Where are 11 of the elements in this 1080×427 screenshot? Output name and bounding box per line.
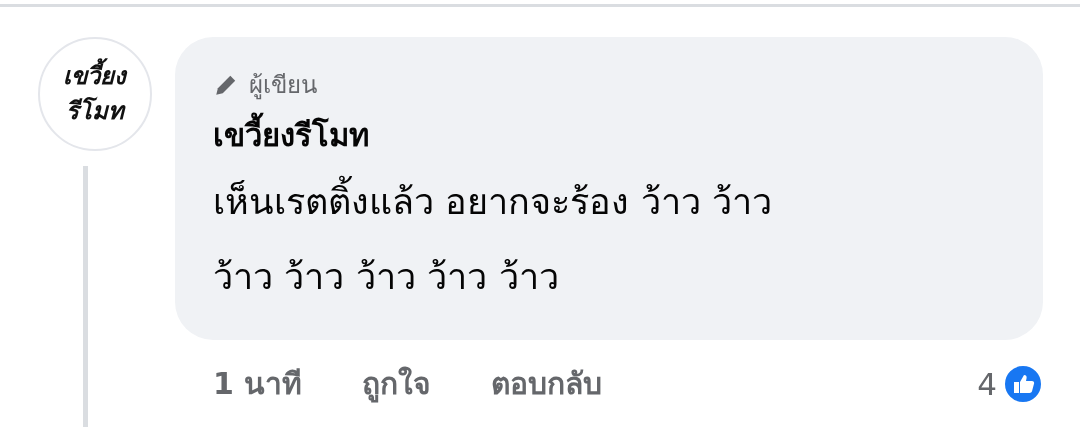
like-link[interactable]: ถูกใจ [362,360,432,407]
thumbs-up-icon[interactable] [1003,363,1043,404]
author-label: ผู้เขียน [249,70,317,102]
avatar-logo-text: เขวี้ยง [60,59,129,94]
comment-time[interactable]: 1 นาที [213,360,303,407]
author-name[interactable]: เขวี้ยงรีโมท [213,110,1007,160]
reply-link[interactable]: ตอบกลับ [491,360,603,407]
reaction-count: 4 [977,365,997,402]
comment-text: เห็นเรตติ้งแล้ว อยากจะร้อง ว้าว ว้าว ว้าว ว้าว ว้าว ว้าว ว้าว [213,164,1007,314]
avatar-logo-text: รีโมท [64,96,127,127]
avatar[interactable]: เขวี้ยง รีโมท [37,37,152,151]
